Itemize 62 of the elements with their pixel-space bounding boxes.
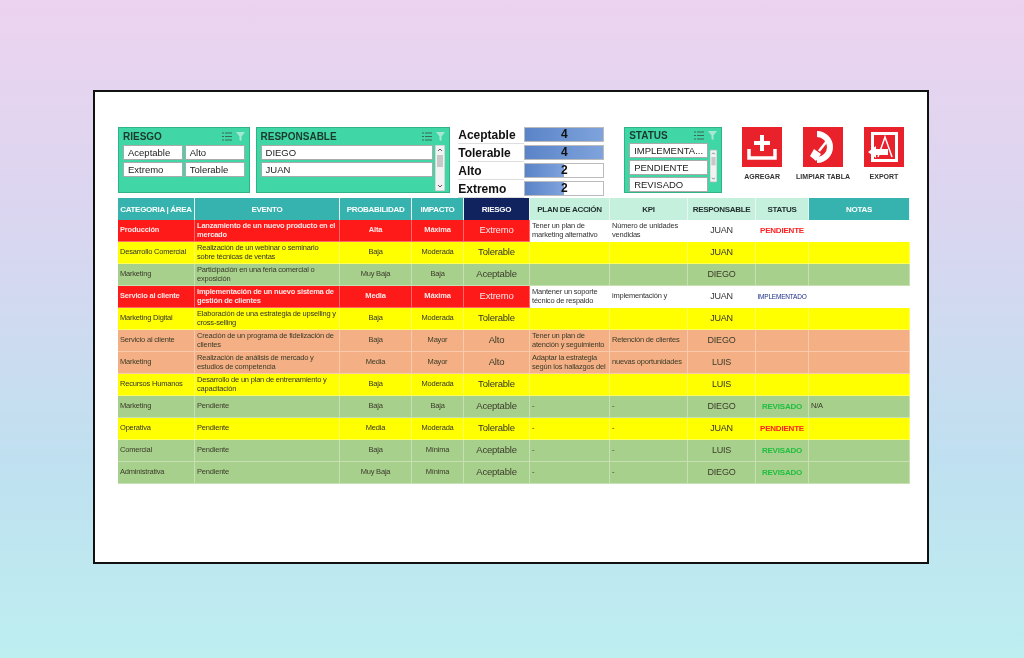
table-cell: Tolerable xyxy=(464,374,530,396)
export-icon xyxy=(864,127,904,167)
multi-select-icon[interactable] xyxy=(694,131,705,140)
table-cell: LUIS xyxy=(688,440,756,462)
scrollbar-drawing[interactable] xyxy=(435,145,446,191)
table-cell: LUIS xyxy=(688,374,756,396)
column-header: RESPONSABLE xyxy=(688,198,756,220)
column-header: RIESGO xyxy=(464,198,530,220)
table-cell: DIEGO xyxy=(688,264,756,286)
broom-icon xyxy=(803,127,844,167)
table-cell: PENDIENTE xyxy=(756,418,809,440)
table-cell: Tolerable xyxy=(464,418,530,440)
table-cell: Tolerable xyxy=(464,308,530,330)
summary-value: 4 xyxy=(559,128,569,141)
slicer-item[interactable]: Extremo xyxy=(123,162,183,177)
slicer-item[interactable]: PENDIENTE xyxy=(629,160,709,175)
multi-select-icon[interactable] xyxy=(221,132,232,141)
slicer-title: RESPONSABLE xyxy=(260,131,337,142)
column-header: PROBABILIDAD xyxy=(340,198,412,220)
table-cell: Aceptable xyxy=(464,396,530,418)
column-header: STATUS xyxy=(756,198,809,220)
column-header: EVENTO xyxy=(195,198,340,220)
column-header: KPI xyxy=(610,198,688,220)
table-cell: DIEGO xyxy=(688,330,756,352)
column-header: IMPACTO xyxy=(412,198,464,220)
add-icon xyxy=(742,127,783,167)
slicer-item[interactable]: JUAN xyxy=(260,162,434,177)
table-cell: DIEGO xyxy=(688,462,756,484)
summary-value: 2 xyxy=(559,164,569,177)
table-cell: Alto xyxy=(464,330,530,352)
table-cell: LUIS xyxy=(688,352,756,374)
multi-select-icon[interactable] xyxy=(422,132,433,141)
summary-value: 2 xyxy=(559,182,569,195)
slicer-item[interactable]: REVISADO xyxy=(629,177,709,192)
table-cell: Aceptable xyxy=(464,440,530,462)
table-cell: REVISADO xyxy=(756,462,809,484)
filter-icon[interactable] xyxy=(708,131,718,140)
summary-value: 4 xyxy=(559,146,569,159)
table-cell: Alto xyxy=(464,352,530,374)
table-cell: Extremo xyxy=(464,220,530,242)
table-cell: REVISADO xyxy=(756,396,809,418)
slicer-item[interactable]: DIEGO xyxy=(260,145,434,160)
filter-icon[interactable] xyxy=(436,132,446,141)
table-cell: Tolerable xyxy=(464,242,530,264)
column-header: CATEGORIA | ÁREA xyxy=(118,198,195,220)
column-header: NOTAS xyxy=(809,198,910,220)
slicer-item[interactable]: Alto xyxy=(184,145,245,160)
slicer-title: STATUS xyxy=(629,130,668,141)
table-cell: Aceptable xyxy=(464,264,530,286)
slicer-item[interactable]: Tolerable xyxy=(184,162,245,177)
table-cell: DIEGO xyxy=(688,396,756,418)
table-cell: REVISADO xyxy=(756,440,809,462)
filter-icon[interactable] xyxy=(235,132,245,141)
table-cell: Extremo xyxy=(464,286,530,308)
slicer-item[interactable]: IMPLEMENTA... xyxy=(629,143,709,158)
table-cell: JUAN xyxy=(688,418,756,440)
column-header: PLAN DE ACCIÓN xyxy=(530,198,610,220)
table-cell: JUAN xyxy=(688,308,756,330)
slicer-title: RIESGO xyxy=(123,131,162,142)
table-cell: Aceptable xyxy=(464,462,530,484)
table-cell: JUAN xyxy=(688,242,756,264)
slicer-item[interactable]: Aceptable xyxy=(123,145,183,160)
